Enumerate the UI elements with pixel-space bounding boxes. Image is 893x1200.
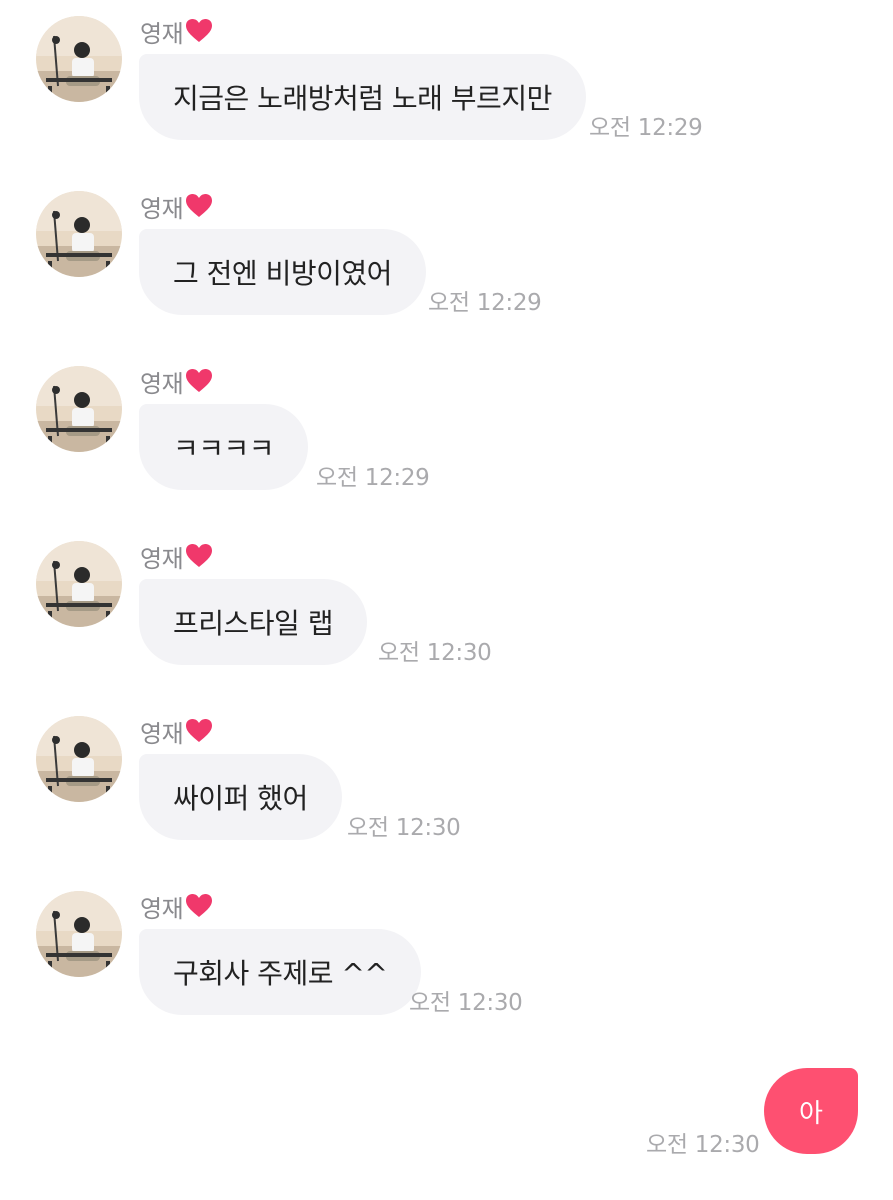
profile-photo-icon [36,191,122,277]
avatar[interactable] [36,191,122,277]
profile-photo-icon [36,366,122,452]
message-bubble[interactable]: ㅋㅋㅋㅋ [139,404,309,490]
message-bubble[interactable]: 그 전엔 비방이였어 [139,229,426,315]
message-row: 영재 구회사 주제로 ^^ 오전 12:30 [0,875,893,1050]
message-time: 오전 12:29 [589,115,703,141]
my-message-time: 오전 12:30 [646,1132,760,1158]
message-bubble[interactable]: 지금은 노래방처럼 노래 부르지만 [139,54,586,140]
profile-photo-icon [36,541,122,627]
heart-icon [185,18,213,44]
sender: 영재 [140,714,213,748]
avatar[interactable] [36,16,122,102]
avatar[interactable] [36,716,122,802]
message-bubble[interactable]: 프리스타일 랩 [139,579,367,665]
message-row: 영재 지금은 노래방처럼 노래 부르지만 오전 12:29 [0,0,893,175]
my-message-bubble[interactable]: 아 [764,1068,858,1154]
heart-icon [185,193,213,219]
heart-icon [185,718,213,744]
sender: 영재 [140,189,213,223]
message-row: 영재 프리스타일 랩 오전 12:30 [0,525,893,700]
sender: 영재 [140,14,213,48]
profile-photo-icon [36,716,122,802]
sender: 영재 [140,889,213,923]
profile-photo-icon [36,891,122,977]
avatar[interactable] [36,366,122,452]
sender-name: 영재 [140,19,184,48]
message-time: 오전 12:30 [347,815,461,841]
message-bubble[interactable]: 구회사 주제로 ^^ [139,929,422,1015]
sender-name: 영재 [140,544,184,573]
sender-name: 영재 [140,719,184,748]
profile-photo-icon [36,16,122,102]
sender-name: 영재 [140,894,184,923]
message-time: 오전 12:29 [428,290,542,316]
sender: 영재 [140,364,213,398]
sender: 영재 [140,539,213,573]
message-row: 영재 ㅋㅋㅋㅋ 오전 12:29 [0,350,893,525]
message-time: 오전 12:30 [378,640,492,666]
message-row: 영재 싸이퍼 했어 오전 12:30 [0,700,893,875]
avatar[interactable] [36,541,122,627]
heart-icon [185,543,213,569]
avatar[interactable] [36,891,122,977]
sender-name: 영재 [140,369,184,398]
heart-icon [185,368,213,394]
sender-name: 영재 [140,194,184,223]
message-time: 오전 12:30 [409,990,523,1016]
heart-icon [185,893,213,919]
message-bubble[interactable]: 싸이퍼 했어 [139,754,342,840]
my-message-row: 오전 12:30 아 [0,1050,893,1180]
message-row: 영재 그 전엔 비방이였어 오전 12:29 [0,175,893,350]
message-time: 오전 12:29 [316,465,430,491]
